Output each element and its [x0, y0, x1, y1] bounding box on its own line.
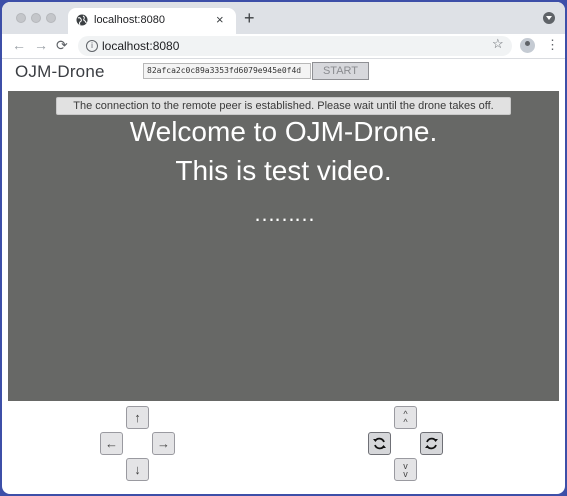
minimize-window-button[interactable]: [31, 13, 41, 23]
rotate-left-icon: [373, 437, 386, 450]
rotate-right-icon: [425, 437, 438, 450]
rotate-right-button[interactable]: [420, 432, 443, 455]
ascend-button[interactable]: ^ ^: [394, 406, 417, 429]
tab-close-icon[interactable]: ×: [216, 12, 224, 28]
reload-icon[interactable]: ⟳: [56, 36, 68, 54]
url-text[interactable]: localhost:8080: [102, 39, 179, 53]
address-bar[interactable]: i localhost:8080: [78, 36, 512, 56]
browser-menu-icon[interactable]: ⋮: [546, 37, 559, 53]
tab-search-icon[interactable]: [543, 12, 555, 24]
close-window-button[interactable]: [16, 13, 26, 23]
move-backward-button[interactable]: ↓: [126, 458, 149, 481]
profile-avatar-icon[interactable]: [520, 38, 535, 53]
browser-toolbar: ← → ⟳ i localhost:8080 ☆ ⋮: [2, 34, 565, 59]
descend-button[interactable]: v v: [394, 458, 417, 481]
maximize-window-button[interactable]: [46, 13, 56, 23]
rotate-left-button[interactable]: [368, 432, 391, 455]
new-tab-button[interactable]: +: [244, 8, 255, 28]
peer-id-input[interactable]: 82afca2c0c89a3353fd6079e945e0f4d: [143, 63, 311, 79]
move-forward-button[interactable]: ↑: [126, 406, 149, 429]
globe-icon: [76, 14, 88, 26]
tab-strip: localhost:8080 × +: [2, 2, 565, 34]
bookmark-star-icon[interactable]: ☆: [492, 36, 504, 52]
browser-tab[interactable]: localhost:8080 ×: [68, 8, 236, 34]
video-welcome-text: Welcome to OJM-Drone.: [129, 116, 438, 147]
connection-status-banner: The connection to the remote peer is est…: [56, 97, 511, 115]
move-left-button[interactable]: ←: [100, 432, 123, 455]
browser-window: localhost:8080 × + ← → ⟳ i localhost:808…: [2, 2, 565, 494]
start-button[interactable]: START: [312, 62, 369, 80]
back-arrow-icon[interactable]: ←: [12, 36, 26, 54]
forward-arrow-icon[interactable]: →: [34, 36, 48, 54]
tab-title: localhost:8080: [94, 14, 165, 26]
move-right-button[interactable]: →: [152, 432, 175, 455]
video-ellipsis-text: ………: [253, 201, 316, 226]
info-icon[interactable]: i: [86, 40, 98, 52]
page-title: OJM-Drone: [15, 62, 105, 81]
video-test-text: This is test video.: [175, 155, 392, 186]
